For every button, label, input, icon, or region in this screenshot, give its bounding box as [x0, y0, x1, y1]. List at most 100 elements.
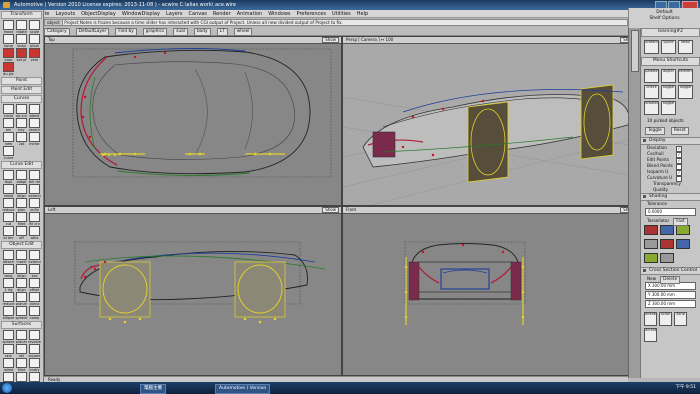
- tool-oths[interactable]: oths: [28, 226, 41, 240]
- tool-scale[interactable]: scale: [28, 20, 41, 34]
- tool-planar[interactable]: planar: [15, 292, 28, 306]
- start-button[interactable]: [2, 383, 12, 393]
- layer-button[interactable]: sual: [173, 28, 188, 36]
- taskbar-item[interactable]: 電腦主機: [140, 384, 166, 394]
- shelf-item[interactable]: Splinc: [661, 40, 676, 54]
- tool-rebld[interactable]: rebld: [2, 184, 15, 198]
- viewport-persp[interactable]: Persp [ Camera ] ↔ 100Show: [342, 36, 640, 206]
- cross-section-delete[interactable]: Delete: [660, 276, 681, 284]
- paint-edit-header[interactable]: Paint Edit: [1, 86, 42, 94]
- menu-layouts[interactable]: Layouts: [53, 11, 79, 17]
- tool-set-pl[interactable]: set pl: [15, 48, 28, 62]
- menu-layers[interactable]: Layers: [163, 11, 186, 17]
- tool-bl-drv[interactable]: bl drv: [2, 226, 15, 240]
- shelf-options[interactable]: Default Shelf Options: [628, 8, 700, 28]
- tool-blend[interactable]: blend: [28, 104, 41, 118]
- tool-nonp[interactable]: nonp: [2, 34, 15, 48]
- display-section-header[interactable]: Display: [641, 137, 700, 145]
- curves-header[interactable]: Curves: [1, 95, 42, 103]
- tool-ellipse[interactable]: ellipse: [2, 306, 15, 320]
- surfaces-header[interactable]: Surfaces: [1, 321, 42, 329]
- tool-square[interactable]: square: [28, 344, 41, 358]
- tool-sphere[interactable]: sphere: [15, 306, 28, 320]
- shading-swatch[interactable]: [676, 239, 690, 249]
- cross-section-header[interactable]: Cross Section Control: [641, 267, 700, 275]
- tool-ep-crv[interactable]: ep crv: [15, 104, 28, 118]
- shading-swatch[interactable]: [660, 253, 674, 263]
- layer-button[interactable]: DefaultLayer: [75, 28, 110, 36]
- tool-pivot[interactable]: pivot: [28, 34, 41, 48]
- bottom-tool[interactable]: Xshp: [674, 312, 687, 326]
- menu-help[interactable]: Help: [354, 11, 371, 17]
- tool-fill-crv[interactable]: fill crv: [28, 212, 41, 226]
- tool-mirror[interactable]: mirror: [28, 132, 41, 146]
- viewport-left[interactable]: Left Show: [44, 206, 342, 376]
- shelf-item[interactable]: keep: [678, 40, 693, 54]
- shortcut-item[interactable]: object: [661, 69, 676, 83]
- tool-cut[interactable]: cut: [2, 212, 15, 226]
- shortcut-item[interactable]: palette: [644, 69, 659, 83]
- tool-fillet[interactable]: fillet: [15, 212, 28, 226]
- panel-button[interactable]: Reset: [670, 127, 689, 135]
- tool-align[interactable]: align: [15, 278, 28, 292]
- shading-swatch[interactable]: [644, 253, 658, 263]
- viewport-front[interactable]: FrontShow: [342, 206, 640, 376]
- tool-2pt[interactable]: 2pt: [15, 132, 28, 146]
- layer-button[interactable]: L7: [216, 28, 228, 36]
- tool-xtend[interactable]: xtend: [28, 292, 41, 306]
- tolerance-field[interactable]: 0.0000: [645, 208, 696, 216]
- shortcut-item[interactable]: reference: [678, 69, 693, 83]
- tool-sphere[interactable]: sphere: [2, 330, 15, 344]
- shortcut-item[interactable]: toggle: [661, 85, 676, 99]
- shelf-item[interactable]: Stream: [644, 40, 659, 54]
- shelf-tab[interactable]: learning#2: [641, 28, 700, 37]
- shading-swatch[interactable]: [676, 225, 690, 235]
- tool-round[interactable]: round: [2, 372, 15, 382]
- tool-rolled[interactable]: rolled: [2, 358, 15, 372]
- snap-dropdown[interactable]: object: [45, 20, 63, 25]
- tool-off[interactable]: off: [15, 226, 28, 240]
- bottom-tool[interactable]: Interact: [644, 312, 657, 326]
- transform-header[interactable]: Transform: [1, 11, 42, 19]
- shortcut-item[interactable]: toggle: [678, 85, 693, 99]
- menu-objectdisplay[interactable]: ObjectDisplay: [78, 11, 119, 17]
- tool-zero[interactable]: zero: [28, 48, 41, 62]
- tool-prop[interactable]: prop: [2, 48, 15, 62]
- shading-swatch[interactable]: [660, 239, 674, 249]
- tool-1-rig[interactable]: 1 rig: [2, 278, 15, 292]
- tool-offset[interactable]: offset: [28, 372, 41, 382]
- layer-button[interactable]: graphics: [142, 28, 168, 36]
- tool-align[interactable]: align: [15, 184, 28, 198]
- shading-swatch[interactable]: [644, 225, 658, 235]
- tool-align[interactable]: align: [15, 264, 28, 278]
- scrollbar-thumb[interactable]: [630, 30, 639, 72]
- shading-section-header[interactable]: Shading: [641, 193, 700, 201]
- tool-unfin[interactable]: unfin: [28, 198, 41, 212]
- shortcut-item[interactable]: unselect: [644, 101, 659, 115]
- layer-button[interactable]: body: [193, 28, 211, 36]
- tool-profile[interactable]: profile: [15, 372, 28, 382]
- menu-utilities[interactable]: Utilities: [329, 11, 354, 17]
- menu-render[interactable]: Render: [210, 11, 234, 17]
- tool-du-plc[interactable]: du plc: [2, 62, 15, 76]
- cross-section-new[interactable]: New: [647, 276, 656, 281]
- tool-planar[interactable]: planar: [15, 330, 28, 344]
- menu-animation[interactable]: Animation: [234, 11, 266, 17]
- tool-dupl[interactable]: dupl: [2, 170, 15, 184]
- panel-button[interactable]: Toggle: [645, 127, 665, 135]
- taskbar-item[interactable]: Automotive ( Version: [215, 384, 271, 394]
- tool-attach[interactable]: attach: [2, 250, 15, 264]
- tool-move[interactable]: move: [2, 20, 15, 34]
- shading-swatch[interactable]: [644, 239, 658, 249]
- tool-sketch[interactable]: sketch: [28, 118, 41, 132]
- shortcut-item[interactable]: check: [644, 85, 659, 99]
- tool-extend[interactable]: extend: [28, 184, 41, 198]
- menu-canvas[interactable]: Canvas: [186, 11, 210, 17]
- tool-adapt[interactable]: adapt: [15, 170, 28, 184]
- tool-rotate[interactable]: rotate: [15, 20, 28, 34]
- tool-arc[interactable]: arc: [2, 118, 15, 132]
- tool-comp[interactable]: comp: [28, 306, 41, 320]
- tool-snap[interactable]: snap: [15, 34, 28, 48]
- tool-brk-ref[interactable]: brk ref: [28, 170, 41, 184]
- tool-extend[interactable]: extend: [28, 250, 41, 264]
